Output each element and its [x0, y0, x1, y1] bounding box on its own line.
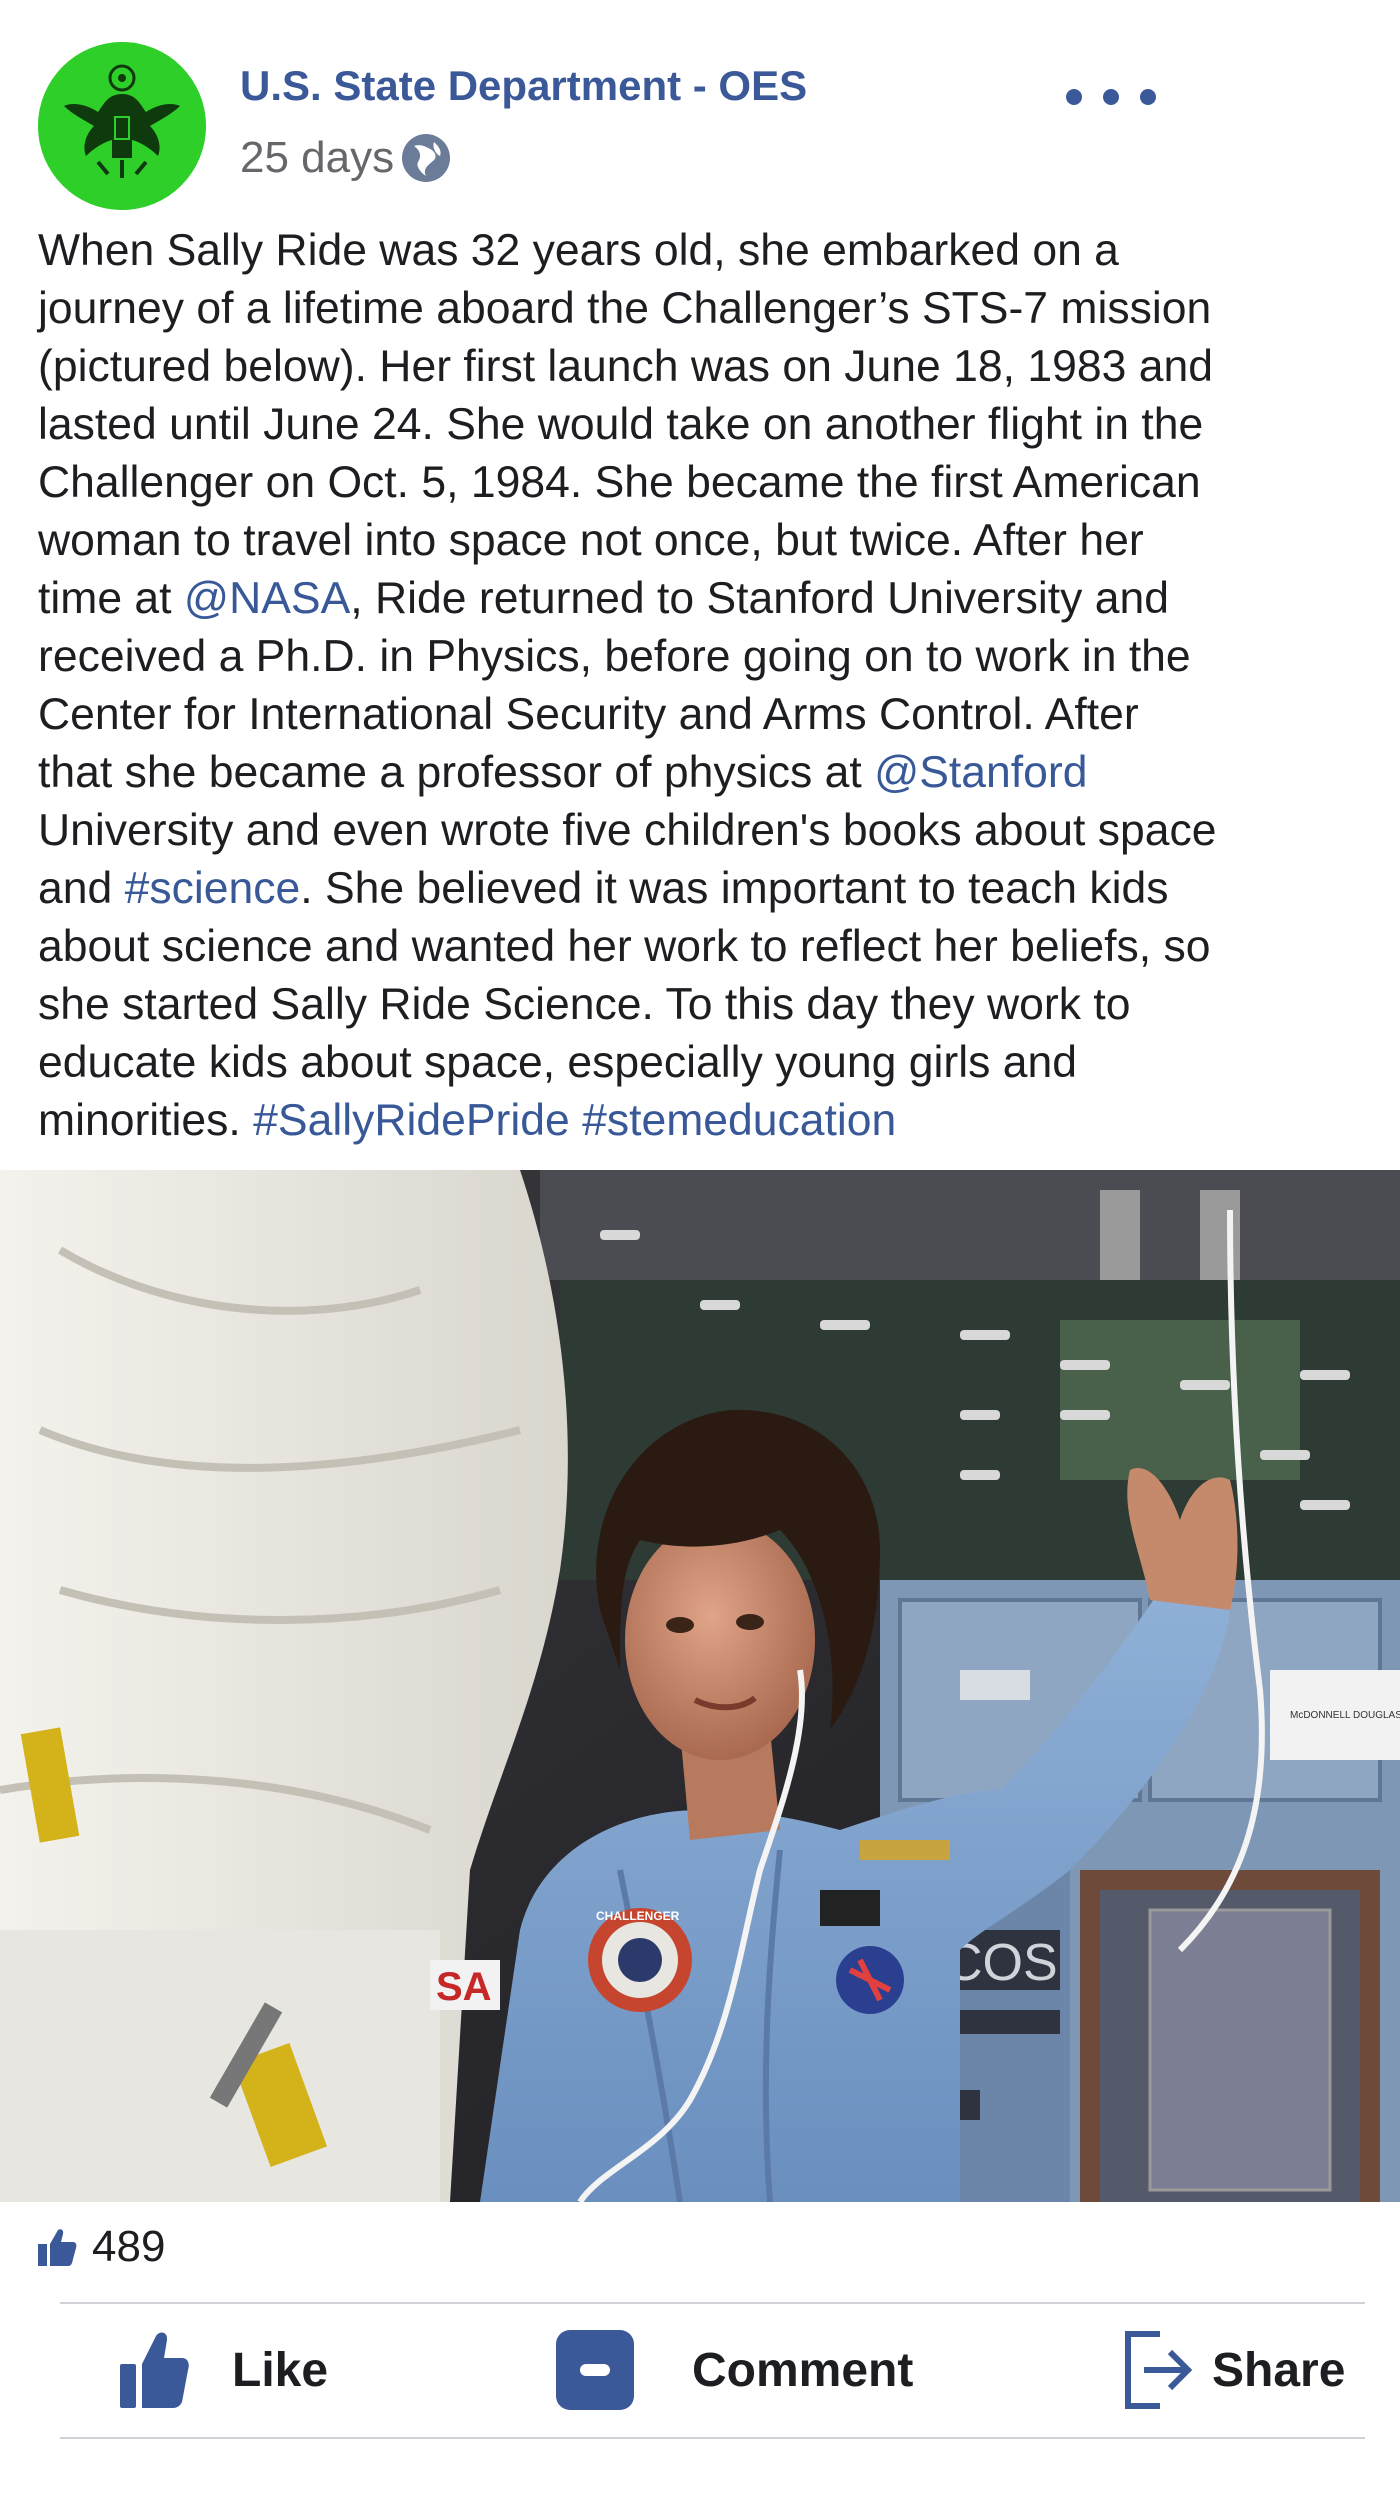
like-button[interactable]: Like [120, 2303, 328, 2437]
sleeve-patch-text: SA [436, 1965, 492, 2009]
post-text-segment: When Sally Ride was 32 years old, she em… [38, 226, 1119, 275]
post-text-segment: received a Ph.D. in Physics, before goin… [38, 632, 1191, 681]
astronaut-photo: McDONNELL DOUGLAS COS CHALLENGER SA [0, 1170, 1400, 2202]
post-meta: 25 days [240, 132, 452, 184]
hashtag-link[interactable]: #science [125, 864, 301, 913]
mention-link[interactable]: @NASA [184, 574, 350, 623]
post-text-segment: woman to travel into space not once, but… [38, 516, 1144, 565]
comment-icon [556, 2330, 634, 2410]
post-text-segment: that she became a professor of physics a… [38, 748, 875, 797]
hashtag-link[interactable]: #SallyRidePride [253, 1096, 570, 1145]
post-text-line: University and even wrote five children'… [38, 802, 1378, 860]
share-label: Share [1212, 2343, 1346, 2397]
post-text-line: about science and wanted her work to ref… [38, 918, 1378, 976]
post-photo[interactable]: McDONNELL DOUGLAS COS CHALLENGER SA [0, 1170, 1400, 2202]
post-text-line: educate kids about space, especially you… [38, 1034, 1378, 1092]
post-timestamp[interactable]: 25 days [240, 133, 394, 183]
post-text-line: (pictured below). Her first launch was o… [38, 338, 1378, 396]
post-text-line: woman to travel into space not once, but… [38, 512, 1378, 570]
reaction-count: 489 [92, 2222, 166, 2271]
post-text-segment: minorities. [38, 1096, 254, 1145]
page-avatar[interactable] [38, 42, 206, 210]
post-text-segment: lasted until June 24. She would take on … [38, 400, 1204, 449]
post-text-segment: educate kids about space, especially you… [38, 1038, 1077, 1087]
post-text-line: she started Sally Ride Science. To this … [38, 976, 1378, 1034]
thumbs-up-icon [120, 2332, 189, 2408]
post-text-segment: and [38, 864, 125, 913]
hashtag-link[interactable]: #stemeducation [582, 1096, 896, 1145]
reactions-summary[interactable]: 489 [36, 2222, 165, 2272]
post-text-line: minorities. #SallyRidePride #stemeducati… [38, 1092, 1378, 1150]
post-text-segment: she started Sally Ride Science. To this … [38, 980, 1131, 1029]
mission-patch-text: CHALLENGER [596, 1909, 680, 1923]
post-text-line: that she became a professor of physics a… [38, 744, 1378, 802]
more-dot-icon [1140, 89, 1156, 105]
post-text-segment: . She believed it was important to teach… [300, 864, 1169, 913]
globe-icon [402, 134, 451, 182]
divider [60, 2437, 1365, 2439]
mention-link[interactable]: @Stanford [874, 748, 1087, 797]
post-text-segment: Challenger on Oct. 5, 1984. She became t… [38, 458, 1201, 507]
post-text-line: Challenger on Oct. 5, 1984. She became t… [38, 454, 1378, 512]
share-icon [1125, 2331, 1193, 2409]
comment-label: Comment [692, 2343, 914, 2397]
post-text-segment: Center for International Security and Ar… [38, 690, 1139, 739]
share-button[interactable]: Share [1124, 2303, 1345, 2437]
post-text-segment: University and even wrote five children'… [38, 806, 1217, 855]
post-text-line: received a Ph.D. in Physics, before goin… [38, 628, 1378, 686]
post-actions-bar: Like Comment Share [0, 2303, 1400, 2437]
page-name-link[interactable]: U.S. State Department - OES [240, 62, 807, 110]
post-text-segment: , Ride returned to Stanford University a… [350, 574, 1170, 623]
post-text-line: journey of a lifetime aboard the Challen… [38, 280, 1378, 338]
more-options-button[interactable] [1066, 72, 1156, 122]
post-text-line: lasted until June 24. She would take on … [38, 396, 1378, 454]
comment-button[interactable]: Comment [556, 2303, 913, 2437]
panel-logo-text: McDONNELL DOUGLAS [1290, 1710, 1400, 1721]
post-text-line: and #science. She believed it was import… [38, 860, 1378, 918]
thumbs-up-icon [38, 2229, 77, 2266]
post-text-segment: time at [38, 574, 184, 623]
post-text-line: time at @NASA, Ride returned to Stanford… [38, 570, 1378, 628]
like-label: Like [232, 2343, 329, 2397]
post-text-line: Center for International Security and Ar… [38, 686, 1378, 744]
post-body-text: When Sally Ride was 32 years old, she em… [38, 222, 1378, 1150]
post-text-line: When Sally Ride was 32 years old, she em… [38, 222, 1378, 280]
post-text-segment [570, 1096, 582, 1145]
more-dot-icon [1066, 89, 1082, 105]
post-text-segment: (pictured below). Her first launch was o… [38, 342, 1213, 391]
post-text-segment: about science and wanted her work to ref… [38, 922, 1211, 971]
eagle-seal-icon [38, 42, 206, 210]
more-dot-icon [1103, 89, 1119, 105]
post-text-segment: journey of a lifetime aboard the Challen… [38, 284, 1212, 333]
post-header: U.S. State Department - OES 25 days [0, 0, 1400, 220]
